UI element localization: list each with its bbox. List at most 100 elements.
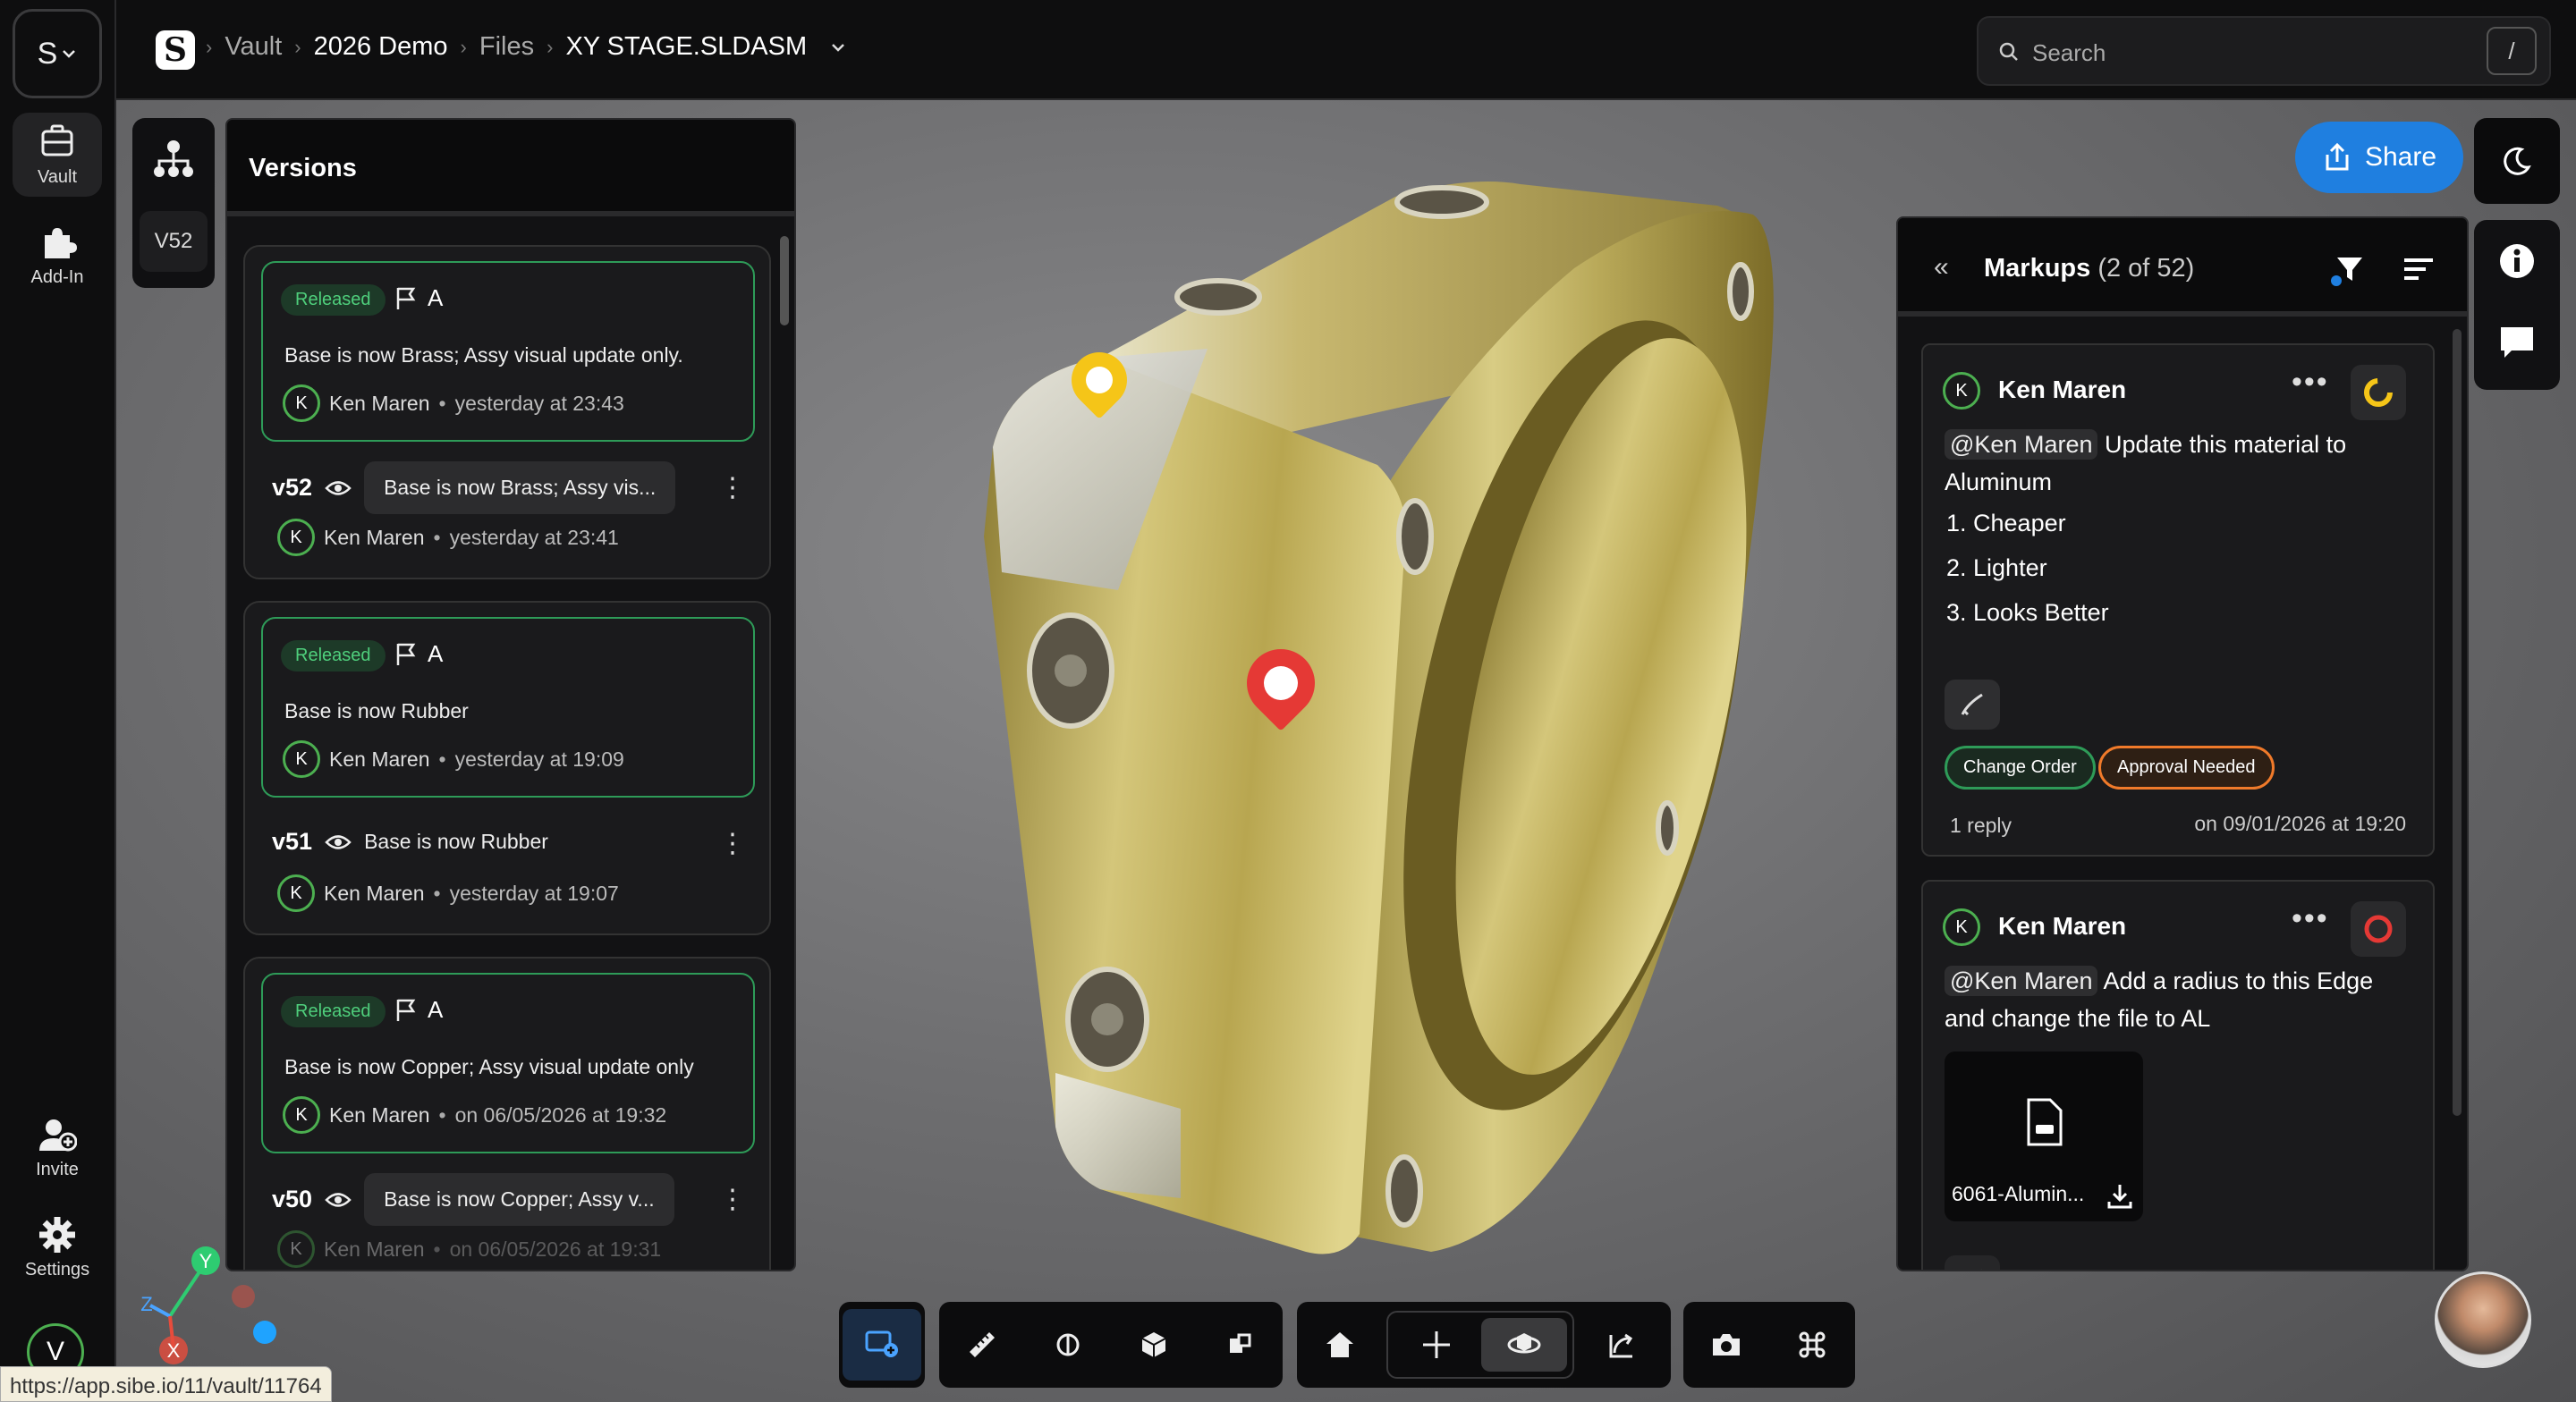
invite-user-icon	[39, 1119, 77, 1151]
open-ring-icon	[2364, 915, 2393, 943]
add-comment-icon	[865, 1330, 898, 1357]
version-card[interactable]: Released A Base is now Rubber K Ken Mare…	[243, 601, 771, 935]
version-row: v52 Base is now Brass; Assy vis...	[272, 461, 676, 514]
shortcuts-button[interactable]	[1769, 1302, 1855, 1388]
author-name: Ken Maren	[324, 525, 425, 549]
status-indicator[interactable]	[2351, 901, 2406, 957]
theme-toggle[interactable]	[2474, 118, 2560, 204]
version-number: v50	[272, 1186, 313, 1212]
version-number: v51	[272, 828, 313, 855]
markup-text-a: Add a radius to this Edge	[2103, 967, 2374, 994]
search-shortcut: /	[2487, 27, 2537, 75]
rotate-icon	[1609, 1333, 1633, 1358]
release-author: K Ken Maren • yesterday at 23:43	[283, 384, 624, 422]
user-video-avatar[interactable]	[2435, 1271, 2531, 1368]
markup-card[interactable]: K Ken Maren ••• @Ken Maren Add a radius …	[1921, 880, 2435, 1270]
release-box: Released A Base is now Rubber K Ken Mare…	[261, 617, 755, 798]
comment-icon[interactable]	[2497, 322, 2537, 361]
timestamp: yesterday at 19:07	[449, 881, 619, 905]
rail-vault[interactable]: Vault	[13, 113, 102, 197]
markups-scrollbar[interactable]	[2453, 329, 2462, 1116]
rail-invite[interactable]: Invite	[13, 1105, 102, 1189]
versions-scrollbar[interactable]	[780, 236, 789, 325]
home-view-button[interactable]	[1297, 1302, 1383, 1388]
author-name: Ken Maren	[329, 1102, 430, 1127]
side-tools	[2474, 220, 2560, 390]
orbit-icon	[1507, 1333, 1541, 1354]
axis-y-label: Y	[199, 1250, 213, 1272]
workspace-initial: S	[37, 36, 58, 71]
version-message: Base is now Copper; Assy v...	[364, 1173, 674, 1226]
versions-panel: Versions Released A Base is now Brass; A…	[225, 118, 796, 1271]
markup-card[interactable]: K Ken Maren ••• @Ken Maren Update this m…	[1921, 343, 2435, 857]
markup-text-b: Aluminum	[1945, 469, 2053, 495]
markup-pin-red[interactable]	[1233, 635, 1329, 731]
app-logo[interactable]: S	[156, 30, 195, 70]
rail-settings-label: Settings	[24, 1259, 90, 1280]
rail-addin[interactable]: Add-In	[13, 213, 102, 297]
explode-button[interactable]	[1111, 1302, 1197, 1388]
revision: A	[395, 284, 443, 312]
timestamp: on 06/05/2026 at 19:32	[454, 1102, 667, 1127]
tag-approval-needed[interactable]: Approval Needed	[2098, 746, 2275, 790]
more-icon[interactable]: •••	[2292, 901, 2329, 936]
timestamp: on 06/05/2026 at 19:31	[449, 1237, 662, 1261]
more-icon[interactable]: •••	[2292, 365, 2329, 400]
collapse-icon[interactable]: «	[1934, 252, 1949, 283]
author-avatar: K	[1943, 908, 1980, 946]
workspace-switcher[interactable]: S	[13, 9, 102, 98]
hierarchy-icon[interactable]	[152, 138, 195, 181]
markup-mode-button[interactable]	[843, 1309, 921, 1381]
version-menu[interactable]: ⋮	[719, 1184, 746, 1215]
crumb-vault[interactable]: Vault	[225, 32, 282, 62]
author-avatar: K	[277, 874, 315, 912]
list-item: 2. Lighter	[1946, 554, 2047, 581]
screenshot-button[interactable]	[1683, 1302, 1769, 1388]
version-message: Base is now Brass; Assy vis...	[364, 461, 676, 514]
info-icon[interactable]	[2497, 241, 2537, 281]
orbit-button[interactable]	[1481, 1318, 1567, 1372]
measure-button[interactable]	[939, 1302, 1025, 1388]
markup-text: @Ken Maren Add a radius to this Edge and…	[1945, 962, 2419, 1037]
chevron-down-icon	[63, 50, 76, 58]
version-card[interactable]: Released A Base is now Copper; Assy visu…	[243, 957, 771, 1270]
mention[interactable]: @Ken Maren	[1945, 429, 2098, 460]
signature-button[interactable]	[1945, 680, 2000, 730]
attachment-card[interactable]: 6061-Alumin...	[1945, 1052, 2143, 1221]
reply-count[interactable]: 1 reply	[1950, 814, 2012, 838]
version-card[interactable]: Released A Base is now Brass; Assy visua…	[243, 245, 771, 579]
chevron-down-icon[interactable]	[828, 38, 848, 57]
pan-button[interactable]	[1394, 1318, 1479, 1372]
markup-pin-yellow[interactable]	[1060, 341, 1139, 419]
markup-mode-group	[839, 1302, 925, 1388]
rail-settings[interactable]: Settings	[13, 1205, 102, 1289]
eye-icon[interactable]	[325, 832, 352, 852]
eye-icon[interactable]	[325, 1190, 352, 1210]
section-button[interactable]	[1025, 1302, 1111, 1388]
version-author: K Ken Maren • yesterday at 23:41	[277, 519, 619, 556]
share-button[interactable]: Share	[2295, 122, 2463, 193]
timestamp: yesterday at 19:09	[454, 747, 624, 771]
list-item: 1. Cheaper	[1946, 510, 2066, 536]
rail-vault-label: Vault	[37, 166, 78, 187]
revision: A	[395, 996, 443, 1024]
crumb-files[interactable]: Files	[479, 32, 534, 62]
eye-icon[interactable]	[325, 478, 352, 498]
rotate-button[interactable]	[1578, 1302, 1664, 1388]
status-indicator[interactable]	[2351, 365, 2406, 420]
signature-button[interactable]	[1945, 1255, 2000, 1270]
version-menu[interactable]: ⋮	[719, 472, 746, 503]
version-tag[interactable]: V52	[140, 211, 208, 272]
markup-text: @Ken Maren Update this material to Alumi…	[1945, 426, 2419, 501]
mention[interactable]: @Ken Maren	[1945, 966, 2098, 996]
crumb-file[interactable]: XY STAGE.SLDASM	[565, 32, 807, 62]
sort-icon[interactable]	[2402, 254, 2435, 284]
search-input[interactable]: Search /	[1977, 16, 2551, 86]
download-icon[interactable]	[2106, 1182, 2134, 1211]
components-button[interactable]	[1197, 1302, 1283, 1388]
crumb-project[interactable]: 2026 Demo	[314, 32, 448, 62]
axes-gizmo[interactable]: Y Z X	[125, 1234, 286, 1377]
tag-change-order[interactable]: Change Order	[1945, 746, 2096, 790]
home-icon	[1326, 1332, 1353, 1357]
version-menu[interactable]: ⋮	[719, 828, 746, 859]
